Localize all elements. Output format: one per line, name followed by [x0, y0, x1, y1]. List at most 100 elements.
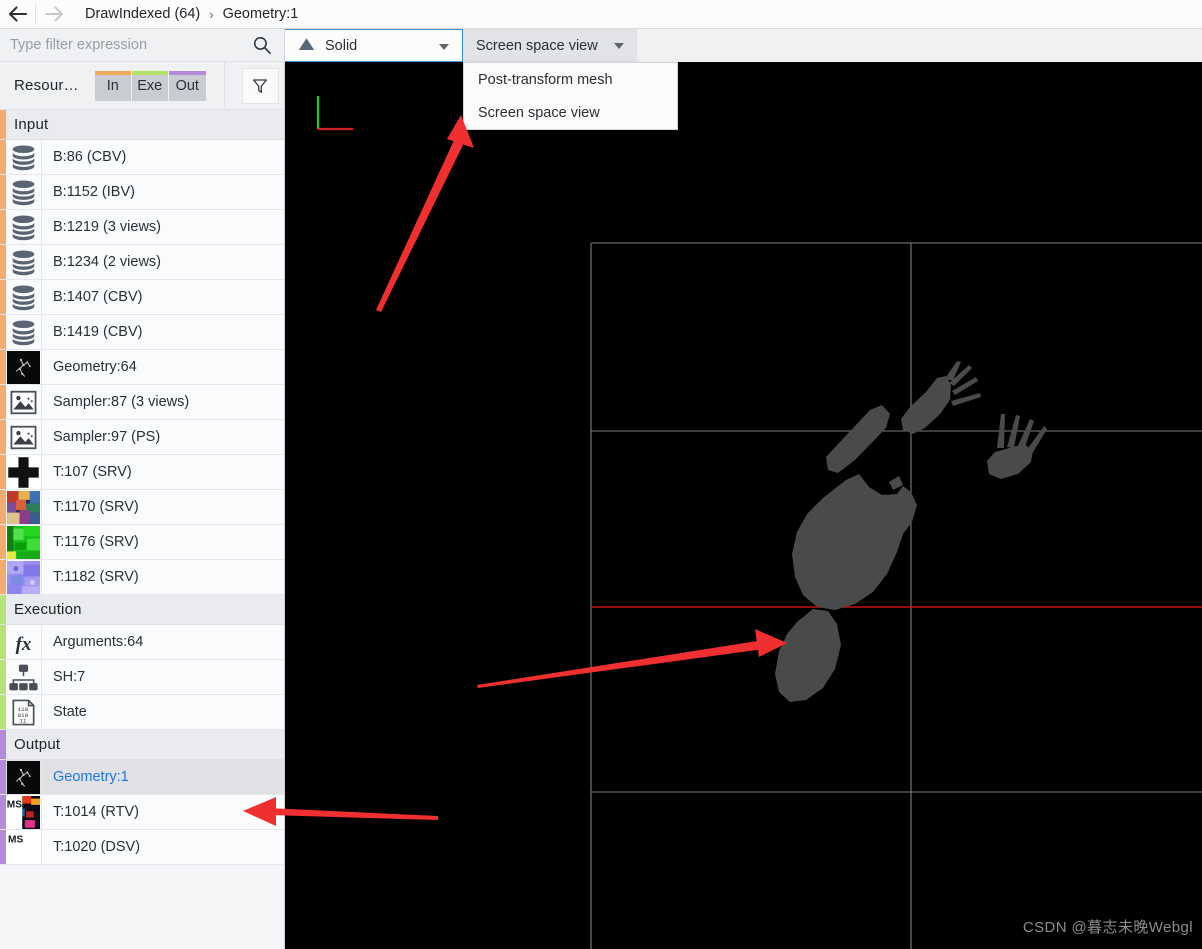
sampler-glyph [10, 390, 37, 414]
watermark: CSDN @暮志未晚Webgl [1022, 919, 1193, 936]
row-color-stripe [0, 245, 6, 279]
resource-label: Arguments:64 [53, 634, 144, 650]
mesh-thumbnail-glyph [7, 350, 40, 384]
mesh-render-surface [285, 62, 1202, 949]
funnel-icon[interactable] [241, 67, 279, 104]
row-color-stripe [0, 280, 6, 314]
resource-label: Sampler:87 (3 views) [53, 394, 190, 410]
renderdoc-window: DrawIndexed (64) › Geometry:1 Resour… In [0, 0, 1202, 949]
resource-label: State [53, 704, 87, 720]
row-divider [41, 695, 42, 729]
toggle-input[interactable]: In [94, 70, 132, 101]
resource-row[interactable]: T:1170 (SRV) [0, 490, 284, 525]
viewport-toolbar: Solid Screen space view [285, 29, 1202, 62]
row-color-stripe [0, 315, 6, 349]
search-icon[interactable] [252, 35, 272, 55]
resource-label: Geometry:1 [53, 769, 129, 785]
resource-list-empty-area [0, 865, 284, 925]
row-color-stripe [0, 140, 6, 174]
resource-list[interactable]: Input B:86 (CBV) B:1152 (IBV) B:1219 (3 … [0, 110, 284, 949]
row-color-stripe [0, 490, 6, 524]
shader-icon [6, 660, 41, 694]
row-divider [41, 830, 42, 864]
resource-label: T:1182 (SRV) [53, 569, 139, 585]
resource-row[interactable]: MS T:1020 (DSV) [0, 830, 284, 865]
resource-row[interactable]: 110 010 11 State [0, 695, 284, 730]
buffer-icon [6, 245, 41, 279]
menu-item-post-transform-mesh[interactable]: Post-transform mesh [464, 63, 677, 96]
resource-toolbar: Resour… In Exe Out [0, 62, 284, 110]
resource-row[interactable]: B:1219 (3 views) [0, 210, 284, 245]
buffer-icon [6, 315, 41, 349]
draw-mode-dropdown[interactable]: Solid [285, 29, 463, 62]
resource-row[interactable]: MS T:1014 (RTV) [0, 795, 284, 830]
search-input[interactable] [0, 37, 238, 53]
resource-row[interactable]: Sampler:87 (3 views) [0, 385, 284, 420]
buffer-icon [6, 210, 41, 244]
resource-row[interactable]: B:1407 (CBV) [0, 280, 284, 315]
triangle-icon [297, 36, 316, 56]
resource-row[interactable]: Sampler:97 (PS) [0, 420, 284, 455]
fx-icon: fx [6, 625, 41, 659]
resource-label: T:1170 (SRV) [53, 499, 139, 515]
row-color-stripe [0, 625, 6, 659]
row-color-stripe [0, 660, 6, 694]
triangle-glyph [298, 37, 315, 50]
resource-row[interactable]: Geometry:1 [0, 760, 284, 795]
search-glyph [253, 36, 271, 55]
resource-row[interactable]: B:1419 (CBV) [0, 315, 284, 350]
row-color-stripe [0, 525, 6, 559]
resource-row[interactable]: T:1182 (SRV) [0, 560, 284, 595]
section-color-stripe [0, 595, 6, 624]
arrow-right-glyph [44, 6, 63, 22]
resource-row[interactable]: T:1176 (SRV) [0, 525, 284, 560]
resource-row[interactable]: B:1234 (2 views) [0, 245, 284, 280]
row-divider [41, 175, 42, 209]
section-title: Input [14, 116, 49, 133]
mesh-viewer: Solid Screen space view CSDN @暮志未晚Webgl … [285, 29, 1202, 949]
breadcrumb-item-draw[interactable]: DrawIndexed (64) [85, 6, 200, 22]
row-divider [41, 140, 42, 174]
breadcrumb-item-geometry[interactable]: Geometry:1 [223, 6, 299, 22]
resource-section: Output Geometry:1 MS T:1014 (RTV) MS T:1… [0, 730, 284, 865]
row-divider [41, 660, 42, 694]
sampler-icon [6, 420, 41, 454]
toggle-execution[interactable]: Exe [131, 70, 169, 101]
resource-filter-toggles: In Exe Out [94, 70, 206, 101]
row-divider [41, 795, 42, 829]
resource-label: SH:7 [53, 669, 86, 685]
toolbar-divider [223, 62, 225, 109]
resource-label: T:1176 (SRV) [53, 534, 139, 550]
toggle-output-label: Out [175, 77, 199, 94]
viewport-canvas[interactable]: CSDN @暮志未晚Webgl [285, 62, 1202, 949]
mesh-thumbnail-icon [6, 760, 41, 794]
resource-row[interactable]: B:1152 (IBV) [0, 175, 284, 210]
filter-bar [0, 29, 284, 62]
section-header-output: Output [0, 730, 284, 760]
toggle-output-color-bar [168, 70, 206, 75]
texture-purple-glyph [7, 560, 40, 594]
resource-row[interactable]: B:86 (CBV) [0, 140, 284, 175]
toggle-input-color-bar [94, 70, 131, 75]
view-mode-dropdown[interactable]: Screen space view [463, 29, 637, 62]
svg-text:fx: fx [16, 634, 32, 655]
row-divider [41, 280, 42, 314]
resource-label: B:1219 (3 views) [53, 219, 161, 235]
buffer-glyph [12, 144, 35, 170]
resource-row[interactable]: SH:7 [0, 660, 284, 695]
section-header-input: Input [0, 110, 284, 140]
svg-text:MS: MS [8, 834, 23, 845]
view-mode-dropdown-menu[interactable]: Post-transform mesh Screen space view [463, 62, 678, 130]
texture-purple-thumbnail-icon [6, 560, 41, 594]
arrow-left-icon[interactable] [0, 0, 35, 28]
resource-row[interactable]: Geometry:64 [0, 350, 284, 385]
resources-label: Resour… [14, 77, 79, 94]
menu-item-screen-space-view[interactable]: Screen space view [464, 96, 677, 129]
svg-text:MS: MS [7, 799, 22, 810]
toggle-input-label: In [106, 77, 119, 94]
toggle-output[interactable]: Out [168, 70, 206, 101]
resource-row[interactable]: fx Arguments:64 [0, 625, 284, 660]
resource-row[interactable]: T:107 (SRV) [0, 455, 284, 490]
texture-color-thumbnail-icon [6, 490, 41, 524]
resource-label: T:107 (SRV) [53, 464, 132, 480]
